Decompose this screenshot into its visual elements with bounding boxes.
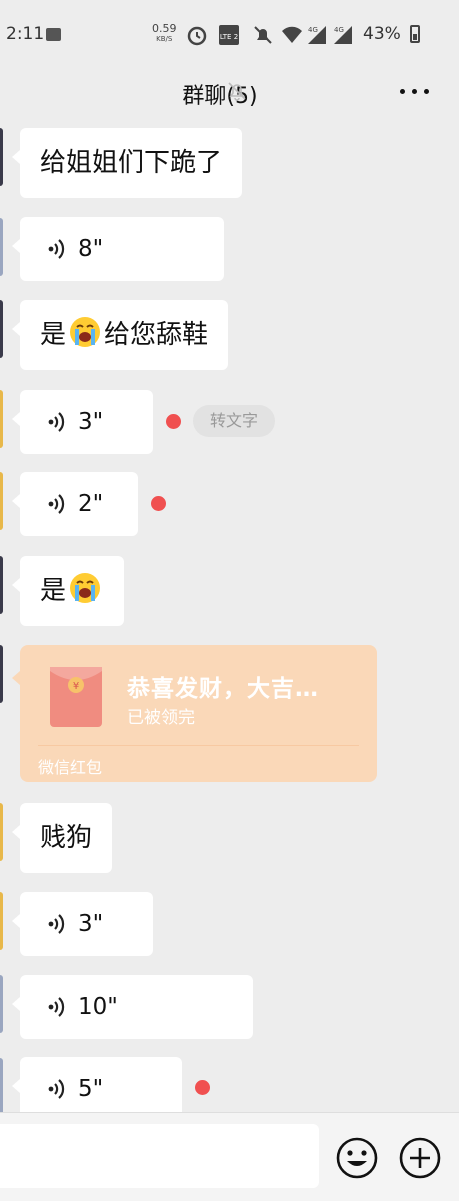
avatar[interactable] [0, 218, 3, 276]
signal-icon-1: 4G [308, 26, 326, 44]
red-packet-label: 微信红包 [38, 758, 103, 777]
alarm-icon [187, 26, 207, 46]
red-envelope-icon: ¥ [50, 667, 102, 727]
message-text: 给您舔鞋 [104, 320, 209, 350]
avatar[interactable] [0, 1058, 3, 1116]
voice-message[interactable]: 2" [12, 472, 138, 536]
loudly-crying-face-icon [70, 317, 101, 347]
text-message[interactable]: 贱狗 [11, 803, 113, 873]
red-packet-status: 已被领完 [127, 708, 195, 728]
voice-duration: 10" [78, 994, 118, 1020]
voice-message[interactable]: 8" [12, 217, 224, 281]
volte-icon: LTE 2 [219, 25, 239, 45]
voice-wave-icon [48, 239, 65, 259]
message-text: 是 [40, 320, 67, 350]
message-input[interactable] [0, 1124, 319, 1188]
chat-title[interactable]: 群聊(5) [0, 78, 440, 110]
voice-wave-icon [48, 1079, 65, 1099]
net-speed: 0.59 KB/S [152, 23, 177, 45]
status-time: 2:11 [6, 24, 45, 44]
avatar[interactable] [0, 390, 3, 448]
voice-duration: 8" [78, 236, 104, 262]
input-bar [0, 1112, 459, 1201]
net-speed-unit: KB/S [156, 35, 173, 43]
voice-wave-icon [48, 494, 65, 514]
signal-icon-2: 4G [334, 26, 352, 44]
text-message[interactable]: 给姐姐们下跪了 [11, 128, 243, 198]
avatar[interactable] [0, 128, 3, 186]
voice-wave-icon [48, 914, 65, 934]
gallery-notification-icon [46, 28, 61, 41]
avatar[interactable] [0, 300, 3, 358]
loudly-crying-face-icon [70, 573, 101, 603]
voice-message[interactable]: 10" [12, 975, 253, 1039]
text-message[interactable]: 是 [11, 556, 125, 626]
svg-text:¥: ¥ [73, 681, 79, 692]
status-bar: 2:11 0.59 KB/S LTE 2 4G 4G 43% [0, 0, 459, 68]
to-text-button[interactable]: 转文字 [193, 405, 275, 437]
battery-icon [410, 25, 420, 43]
unread-dot [195, 1080, 210, 1095]
red-packet-greeting: 恭喜发财，大吉… [127, 676, 319, 702]
avatar[interactable] [0, 892, 3, 950]
add-icon[interactable] [398, 1136, 442, 1180]
volte-label: LTE 2 [220, 33, 238, 41]
wifi-icon [282, 26, 302, 43]
signal-label-1: 4G [308, 26, 318, 34]
message-text: 是 [40, 576, 67, 606]
red-packet-message[interactable]: ¥ 恭喜发财，大吉… 已被领完 微信红包 [12, 645, 377, 782]
voice-wave-icon [48, 997, 65, 1017]
unread-dot [151, 496, 166, 511]
mute-bell-icon [228, 82, 246, 101]
emoji-icon[interactable] [335, 1136, 379, 1180]
mute-icon-status [254, 26, 272, 44]
voice-duration: 2" [78, 491, 104, 517]
voice-duration: 3" [78, 409, 104, 435]
avatar[interactable] [0, 975, 3, 1033]
avatar[interactable] [0, 803, 3, 861]
voice-message[interactable]: 3" [12, 892, 153, 956]
voice-duration: 5" [78, 1076, 104, 1102]
voice-wave-icon [48, 412, 65, 432]
red-packet-divider [38, 745, 359, 746]
more-dots-icon[interactable] [396, 76, 436, 106]
voice-message[interactable]: 3" [12, 390, 153, 454]
avatar[interactable] [0, 472, 3, 530]
voice-duration: 3" [78, 911, 104, 937]
battery-percent: 43% [363, 24, 401, 44]
avatar[interactable] [0, 556, 3, 614]
text-message[interactable]: 是 给您舔鞋 [11, 300, 229, 370]
signal-label-2: 4G [334, 26, 344, 34]
avatar[interactable] [0, 645, 3, 703]
unread-dot [166, 414, 181, 429]
nav-bar: 群聊(5) [0, 68, 459, 120]
